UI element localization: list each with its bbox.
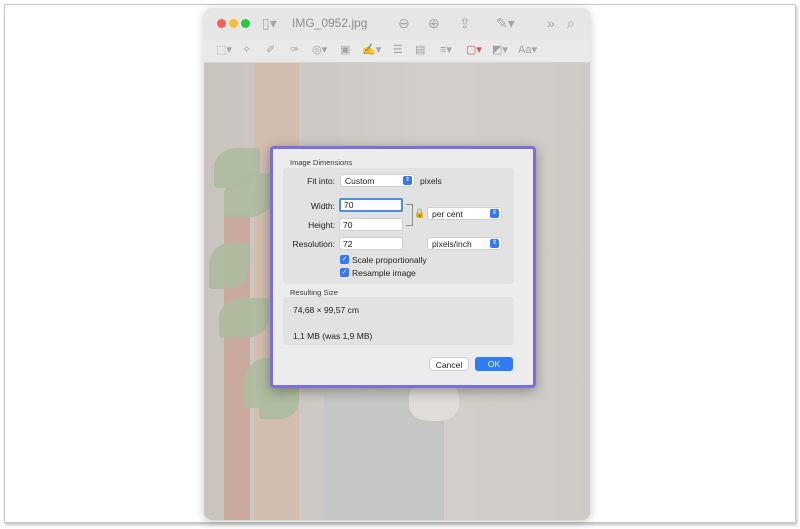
fill-color-icon[interactable]: ◩▾	[492, 43, 508, 57]
share-icon[interactable]: ⇪	[459, 15, 471, 31]
ok-button[interactable]: OK	[475, 357, 513, 371]
resulting-size-heading: Resulting Size	[290, 288, 338, 297]
sketch-icon[interactable]: ✐	[266, 43, 275, 57]
text-icon[interactable]: ▣	[340, 43, 350, 57]
link-bracket	[406, 204, 413, 226]
window-title: IMG_0952.jpg	[292, 16, 368, 30]
resulting-file-size: 1,1 MB (was 1,9 MB)	[293, 331, 373, 341]
resolution-label: Resolution:	[292, 239, 335, 249]
resulting-dimensions: 74,68 × 99,57 cm	[293, 305, 359, 315]
zoom-out-icon[interactable]: ⊖	[398, 15, 410, 31]
chevron-updown-icon: ⇕	[490, 209, 499, 218]
fit-into-unit: pixels	[420, 176, 442, 186]
text-style-icon[interactable]: Aa▾	[518, 43, 537, 57]
zoom-button[interactable]	[241, 19, 250, 28]
selection-icon[interactable]: ⬚▾	[216, 43, 232, 57]
image-dimensions-heading: Image Dimensions	[290, 158, 353, 167]
fit-into-value: Custom	[345, 176, 375, 186]
scale-proportionally-checkbox[interactable]: ✓	[340, 255, 349, 264]
sidebar-icon[interactable]: ▯▾	[262, 15, 277, 31]
fit-into-label: Fit into:	[307, 176, 335, 186]
border-color-icon[interactable]: ▢▾	[466, 43, 482, 57]
resample-label: Resample image	[352, 268, 416, 278]
shapes-icon[interactable]: ◎▾	[312, 43, 327, 57]
sign-icon[interactable]: ✍▾	[362, 43, 381, 57]
resample-checkbox[interactable]: ✓	[340, 268, 349, 277]
resolution-unit-value: pixels/inch	[432, 239, 472, 249]
chevron-updown-icon: ⇕	[403, 176, 412, 185]
height-field[interactable]: 70	[339, 218, 403, 231]
zoom-in-icon[interactable]: ⊕	[428, 15, 440, 31]
minimize-button[interactable]	[229, 19, 238, 28]
size-unit-select[interactable]: per cent ⇕	[427, 207, 502, 220]
instant-alpha-icon[interactable]: ✧	[242, 43, 251, 57]
close-button[interactable]	[217, 19, 226, 28]
image-dimensions-dialog: Image Dimensions Fit into: Custom ⇕ pixe…	[270, 146, 536, 388]
adjust-size-icon[interactable]: ▤	[415, 43, 425, 57]
draw-icon[interactable]: ✑	[290, 43, 299, 57]
resolution-field[interactable]: 72	[339, 237, 403, 250]
height-label: Height:	[308, 220, 335, 230]
adjust-color-icon[interactable]: ☰	[393, 43, 403, 57]
fit-into-select[interactable]: Custom ⇕	[340, 174, 415, 187]
lock-icon[interactable]: 🔒	[414, 208, 425, 219]
more-icon[interactable]: »	[547, 15, 555, 31]
cancel-button[interactable]: Cancel	[429, 357, 469, 371]
size-unit-value: per cent	[432, 209, 463, 219]
chevron-updown-icon: ⇕	[490, 239, 499, 248]
scale-proportionally-label: Scale proportionally	[352, 255, 427, 265]
resolution-unit-select[interactable]: pixels/inch ⇕	[427, 237, 502, 250]
width-field[interactable]: 70	[339, 198, 403, 212]
border-style-icon[interactable]: ≡▾	[440, 43, 452, 57]
markup-toolbar: ⬚▾ ✧ ✐ ✑ ◎▾ ▣ ✍▾ ☰ ▤ ≡▾ ▢▾ ◩▾ Aa▾	[204, 40, 590, 63]
search-icon[interactable]: ⌕	[567, 15, 575, 31]
title-bar: ▯▾ IMG_0952.jpg ⊖ ⊕ ⇪ ✎▾ » ⌕	[204, 8, 590, 40]
width-label: Width:	[310, 201, 335, 211]
markup-icon[interactable]: ✎▾	[496, 15, 515, 31]
